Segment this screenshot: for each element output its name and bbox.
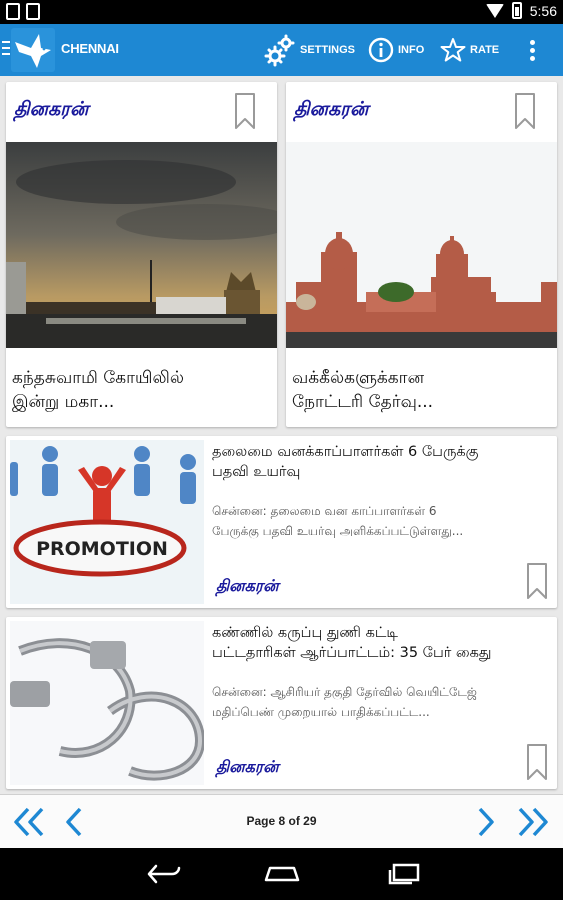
star-icon — [440, 38, 466, 62]
bookmark-icon[interactable] — [526, 743, 548, 781]
news-title[interactable]: வக்கீல்களுக்கான நோட்டரி தேர்வு... — [292, 366, 433, 414]
info-button[interactable]: INFO — [368, 32, 424, 68]
drawer-toggle-icon[interactable] — [2, 41, 10, 59]
news-snippet[interactable]: சென்னை: தலைமை வன காப்பாளர்கள் 6 பேருக்கு… — [212, 501, 463, 541]
bookmark-icon[interactable] — [526, 562, 548, 600]
battery-icon — [511, 2, 522, 19]
info-label: INFO — [398, 44, 425, 56]
news-snippet[interactable]: சென்னை: ஆசிரியர் தகுதி தேர்வில் வெயிட்டே… — [212, 682, 477, 722]
rate-label: RATE — [470, 44, 500, 56]
news-card[interactable]: தினகரன் — [6, 82, 277, 427]
source-logo: தினகரன் — [216, 757, 279, 776]
bookmark-icon[interactable] — [234, 92, 256, 130]
app-bar: CHENNAI SETTINGS INFO RATE — [0, 24, 563, 76]
news-title[interactable]: கந்தசுவாமி கோயிலில் இன்று மகா... — [12, 366, 184, 414]
pigeon-logo-icon[interactable] — [11, 28, 55, 72]
bookmark-icon[interactable] — [514, 92, 536, 130]
news-title[interactable]: கண்ணில் கருப்பு துணி கட்டி பட்டதாரிகள் ஆ… — [212, 623, 492, 663]
settings-button[interactable]: SETTINGS — [264, 32, 355, 68]
court-building-photo[interactable] — [286, 142, 557, 348]
handcuffs-image[interactable] — [10, 621, 204, 785]
overflow-menu-icon[interactable] — [530, 40, 536, 64]
temple-photo[interactable] — [6, 142, 277, 348]
settings-label: SETTINGS — [300, 44, 356, 56]
promotion-image[interactable]: PROMOTION — [10, 440, 204, 604]
source-logo: தினகரன் — [294, 98, 369, 120]
system-nav-bar — [0, 848, 563, 900]
next-page-icon — [478, 807, 494, 837]
last-page-icon — [518, 807, 548, 837]
news-feed[interactable]: தினகரன் கந்தசுவாமி கோயிலில் இன்று மகா...… — [0, 76, 563, 794]
notification-icon-2 — [26, 3, 40, 20]
news-list-item[interactable]: PROMOTION தலைமை வனக்காப்பாளர்கள் 6 பேருக… — [6, 436, 557, 608]
home-icon[interactable] — [262, 862, 302, 886]
city-title[interactable]: CHENNAI — [61, 41, 119, 56]
next-page-button[interactable] — [476, 805, 498, 839]
status-time: 5:56 — [529, 2, 557, 19]
promotion-image-text: PROMOTION — [36, 538, 168, 560]
gear-icon — [264, 34, 295, 67]
wifi-icon — [485, 3, 504, 18]
recents-icon[interactable] — [386, 862, 422, 886]
news-list-item[interactable]: கண்ணில் கருப்பு துணி கட்டி பட்டதாரிகள் ஆ… — [6, 617, 557, 789]
news-title[interactable]: தலைமை வனக்காப்பாளர்கள் 6 பேருக்கு பதவி உ… — [212, 442, 478, 482]
source-logo: தினகரன் — [216, 576, 279, 595]
info-icon — [368, 37, 394, 63]
status-bar: 5:56 — [0, 0, 563, 24]
notification-icon — [6, 3, 20, 20]
source-logo: தினகரன் — [14, 98, 89, 120]
rate-button[interactable]: RATE — [440, 32, 499, 68]
back-icon[interactable] — [146, 862, 182, 886]
pagination-bar: Page 8 of 29 — [0, 794, 563, 848]
news-card[interactable]: தினகரன் — [286, 82, 557, 427]
last-page-button[interactable] — [516, 805, 550, 839]
